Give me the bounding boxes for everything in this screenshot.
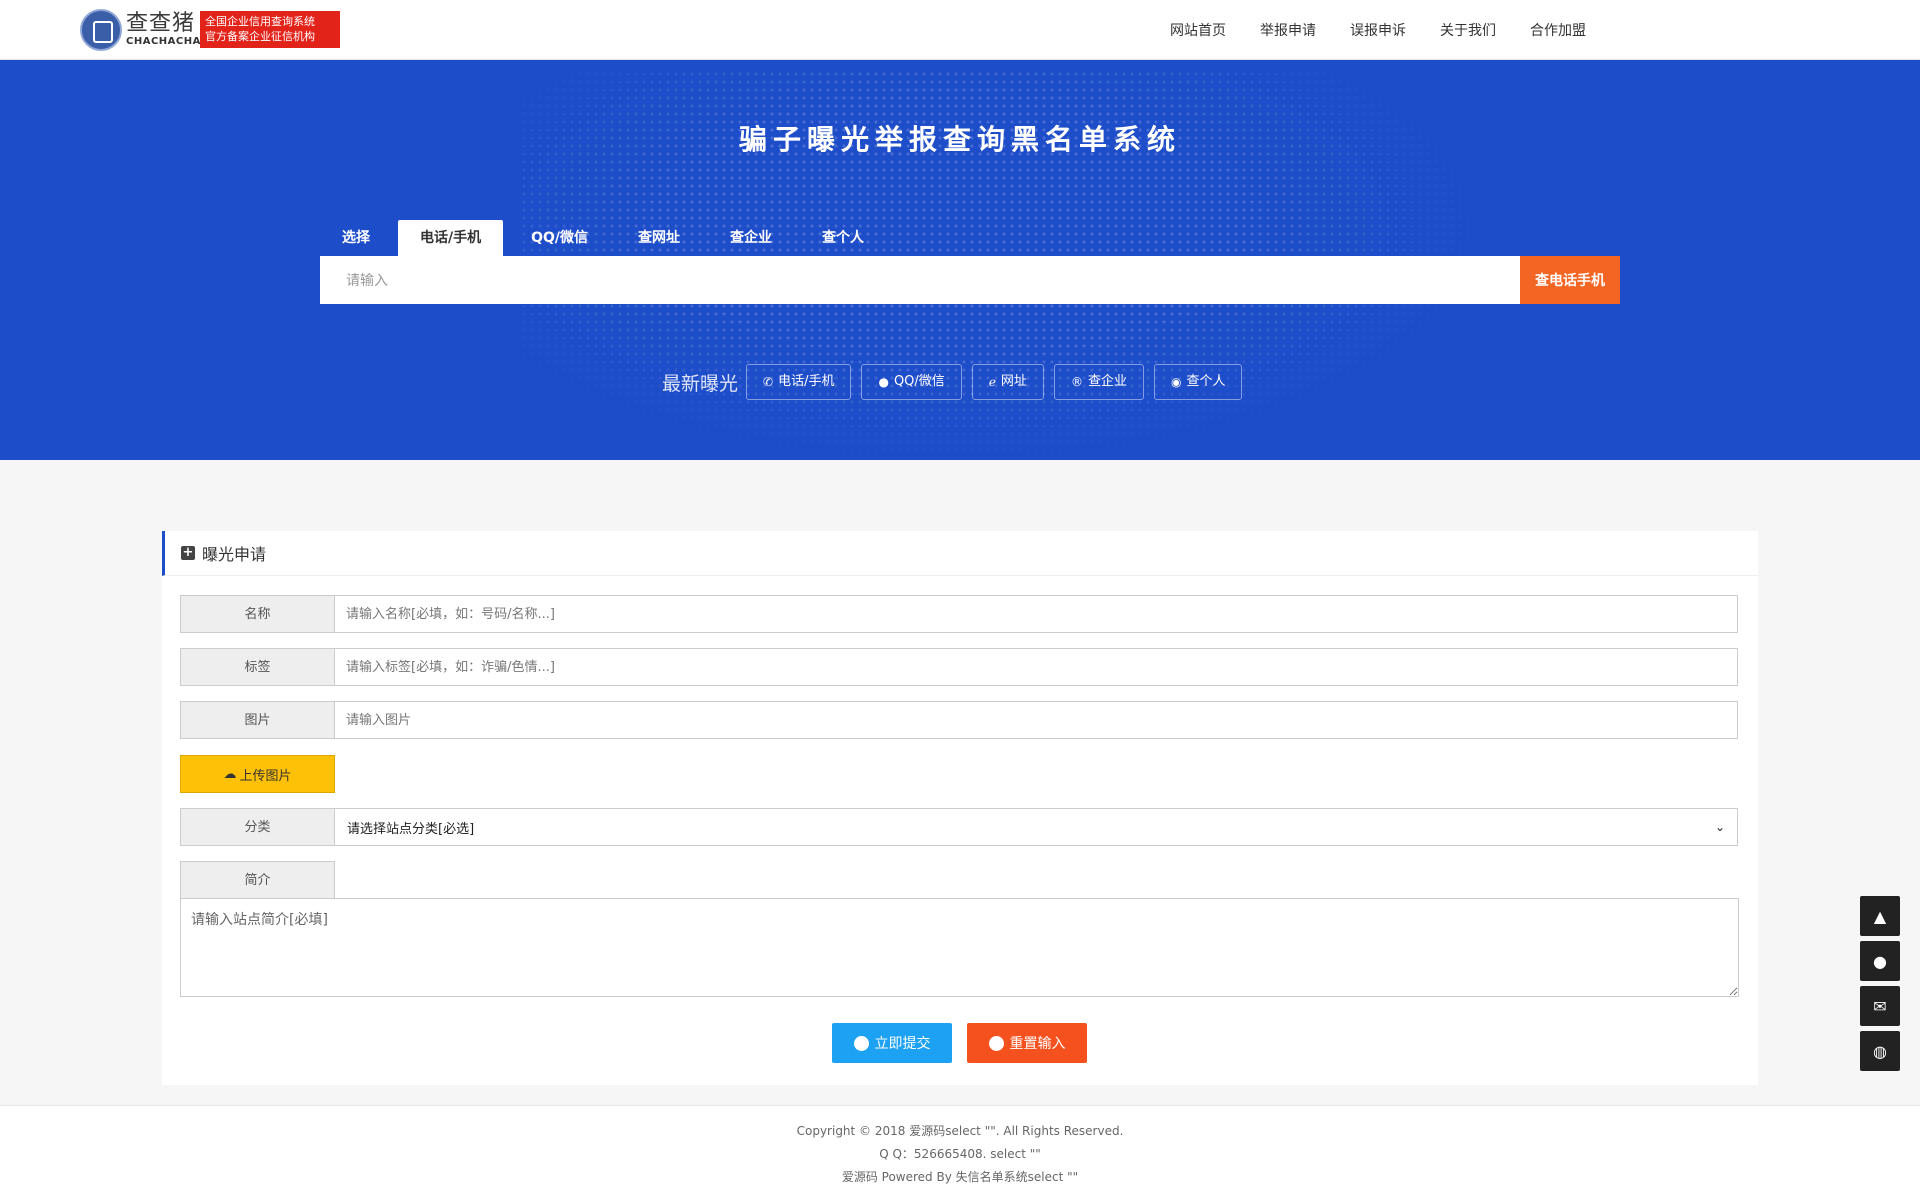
tag-input[interactable] <box>335 648 1738 686</box>
back-to-top-button[interactable]: ▲ <box>1860 896 1900 936</box>
latest-link-website[interactable]: ℯ 网址 <box>971 364 1044 400</box>
exposure-form-panel: + 曝光申请 名称 标签 图片 ☁ 上传图片 分类 请选择站点分类[必选] ⌄ … <box>162 531 1758 1085</box>
search-tabs: 选择 电话/手机 QQ/微信 查网址 查企业 查个人 <box>320 220 892 256</box>
nav-home[interactable]: 网站首页 <box>1170 20 1226 40</box>
image-input[interactable] <box>335 701 1738 739</box>
header: 查查猪 CHACHACHA 全国企业信用查询系统 官方备案企业征信机构 网站首页… <box>0 0 1920 60</box>
logo-title: 查查猪 <box>126 10 196 36</box>
main-nav: 网站首页 举报申请 误报申诉 关于我们 合作加盟 <box>1170 0 1620 60</box>
chevron-up-icon: ▲ <box>1873 906 1887 926</box>
category-label: 分类 <box>180 808 335 846</box>
telegram-icon <box>853 1035 869 1051</box>
name-input[interactable] <box>335 595 1738 633</box>
nav-appeal[interactable]: 误报申诉 <box>1350 20 1406 40</box>
user-circle-icon: ◉ <box>1170 375 1182 389</box>
powered-by: 爱源码 Powered By 失信名单系统select "" <box>841 1170 1079 1184</box>
panel-title: 曝光申请 <box>202 545 267 564</box>
side-toolbar: ▲ ● ✉ ◍ <box>1860 896 1900 1076</box>
category-row: 分类 请选择站点分类[必选] ⌄ <box>180 808 1738 846</box>
search-button[interactable]: 查电话手机 <box>1520 256 1620 304</box>
footer: Copyright © 2018 爱源码select "". All Right… <box>0 1105 1920 1195</box>
chevron-down-icon: ⌄ <box>1714 820 1725 834</box>
tab-person[interactable]: 查个人 <box>800 220 886 256</box>
nav-about[interactable]: 关于我们 <box>1440 20 1496 40</box>
qq-icon: ● <box>1873 951 1887 971</box>
category-select[interactable]: 请选择站点分类[必选] ⌄ <box>335 808 1738 846</box>
logo-subtitle: CHACHACHA <box>126 35 201 47</box>
latest-link-person[interactable]: ◉ 查个人 <box>1153 364 1243 400</box>
whatsapp-icon: ✆ <box>763 375 774 389</box>
intro-textarea[interactable] <box>180 898 1739 997</box>
tab-qq-wechat[interactable]: QQ/微信 <box>509 220 610 256</box>
copyright-text: Copyright © 2018 爱源码select "". All Right… <box>796 1124 1124 1138</box>
tab-website[interactable]: 查网址 <box>616 220 702 256</box>
latest-exposure: 最新曝光 ✆ 电话/手机 ● QQ/微信 ℯ 网址 ® 查企业 ◉ 查个人 <box>662 364 1252 400</box>
registered-icon: ® <box>1070 375 1083 389</box>
email-button[interactable]: ✉ <box>1860 986 1900 1026</box>
page-title: 骗子曝光举报查询黑名单系统 <box>738 123 1181 156</box>
name-row: 名称 <box>180 595 1738 633</box>
search-bar: 查电话手机 <box>320 256 1620 304</box>
wechat-icon: ◍ <box>1873 1041 1887 1061</box>
latest-link-phone[interactable]: ✆ 电话/手机 <box>746 364 852 400</box>
logo[interactable]: 查查猪 CHACHACHA 全国企业信用查询系统 官方备案企业征信机构 <box>80 8 340 51</box>
logo-tagline: 全国企业信用查询系统 官方备案企业征信机构 <box>200 11 340 48</box>
refresh-icon <box>988 1035 1004 1051</box>
submit-button[interactable]: 立即提交 <box>832 1023 952 1063</box>
hero-banner: 骗子曝光举报查询黑名单系统 选择 电话/手机 QQ/微信 查网址 查企业 查个人… <box>0 60 1920 460</box>
nav-report[interactable]: 举报申请 <box>1260 20 1316 40</box>
ie-icon: ℯ <box>988 375 996 389</box>
latest-link-qq-wechat[interactable]: ● QQ/微信 <box>861 364 962 400</box>
reset-button[interactable]: 重置输入 <box>967 1023 1087 1063</box>
wechat-button[interactable]: ◍ <box>1860 1031 1900 1071</box>
contact-qq: Q Q：526665408. select "" <box>879 1147 1041 1161</box>
image-label: 图片 <box>180 701 335 739</box>
tab-phone[interactable]: 电话/手机 <box>398 220 504 256</box>
tag-label: 标签 <box>180 648 335 686</box>
cloud-upload-icon: ☁ <box>223 766 237 782</box>
latest-link-company[interactable]: ® 查企业 <box>1053 364 1144 400</box>
intro-label: 简介 <box>180 861 335 899</box>
qq-button[interactable]: ● <box>1860 941 1900 981</box>
tag-row: 标签 <box>180 648 1738 686</box>
envelope-icon: ✉ <box>1873 996 1887 1016</box>
logo-seal-icon <box>80 8 122 51</box>
image-row: 图片 <box>180 701 1738 739</box>
nav-join[interactable]: 合作加盟 <box>1530 20 1586 40</box>
search-input[interactable] <box>320 256 1520 304</box>
panel-header: + 曝光申请 <box>162 531 1758 576</box>
name-label: 名称 <box>180 595 335 633</box>
wechat-icon: ● <box>878 375 889 389</box>
tab-select[interactable]: 选择 <box>320 220 392 256</box>
upload-image-button[interactable]: ☁ 上传图片 <box>180 755 335 793</box>
latest-exposure-label: 最新曝光 <box>662 372 739 395</box>
plus-square-icon: + <box>181 545 195 560</box>
tab-company[interactable]: 查企业 <box>708 220 794 256</box>
